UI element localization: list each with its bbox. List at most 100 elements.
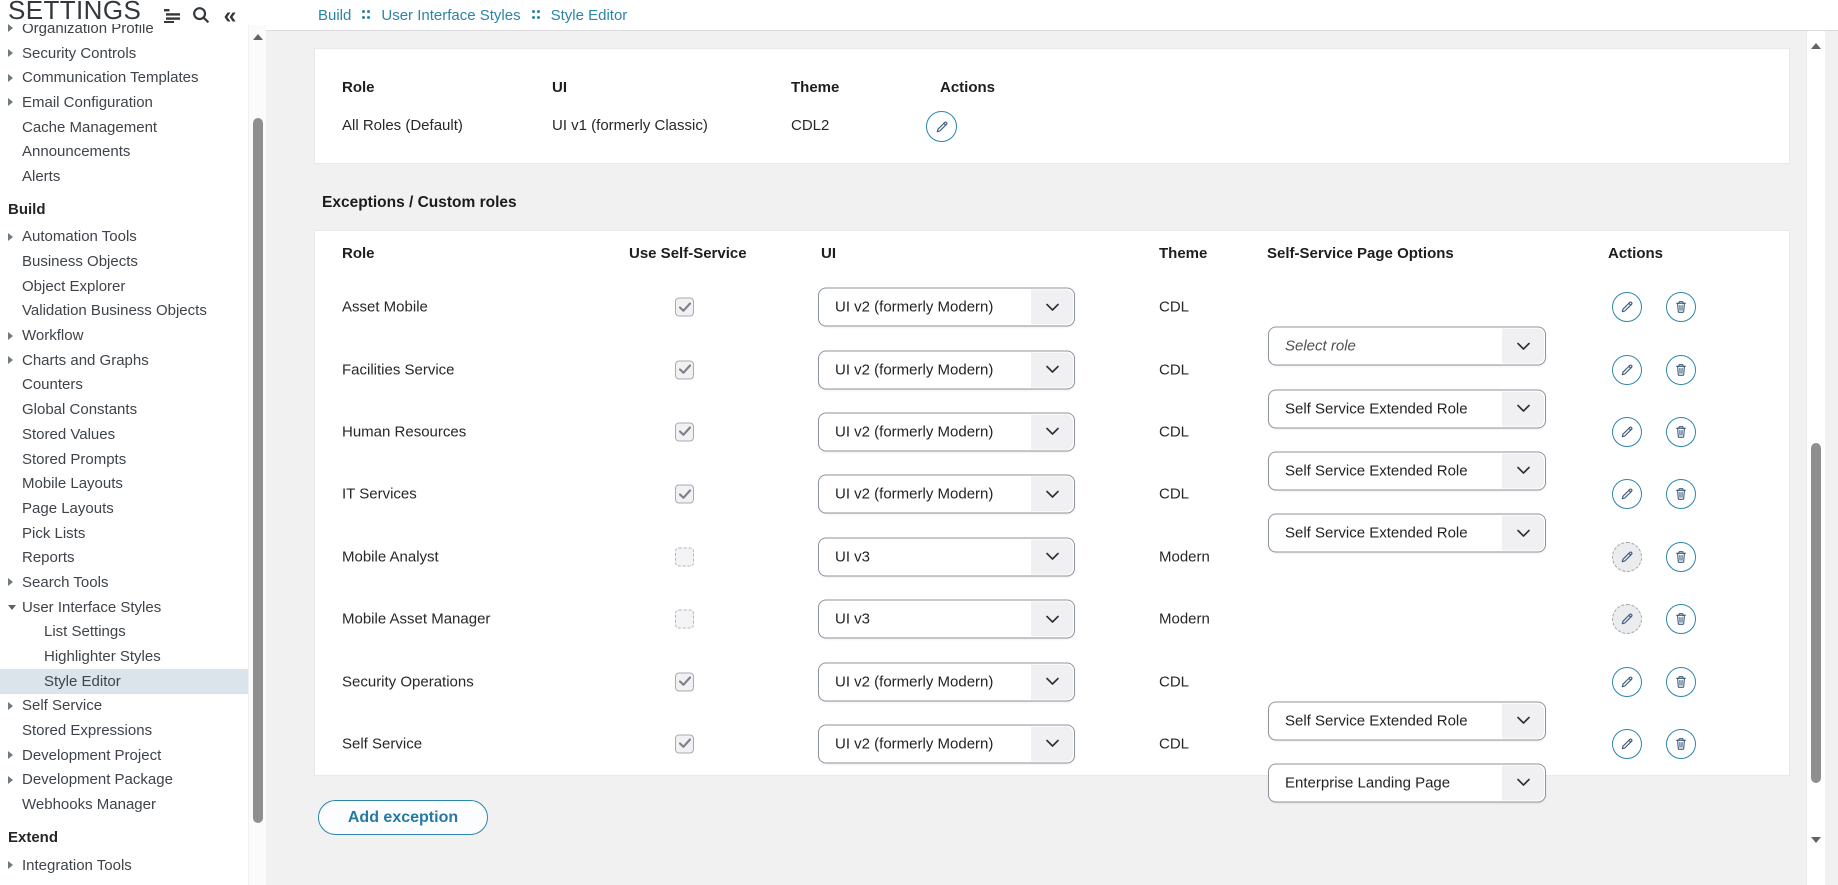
expander-collapsed-icon[interactable]: [8, 49, 22, 57]
chevron-down-icon: [1031, 414, 1073, 449]
sidebar-item-alerts[interactable]: Alerts: [0, 164, 248, 189]
expander-collapsed-icon[interactable]: [8, 776, 22, 784]
main-scrollbar-thumb[interactable]: [1811, 443, 1821, 783]
main-scrollbar[interactable]: [1806, 31, 1825, 885]
delete-button[interactable]: [1666, 355, 1696, 385]
sidebar-item-mobile-layouts[interactable]: Mobile Layouts: [0, 471, 248, 496]
sidebar-item-communication-templates[interactable]: Communication Templates: [0, 65, 248, 90]
sidebar-item-user-interface-styles[interactable]: User Interface Styles: [0, 595, 248, 620]
sidebar-item-label: Alerts: [22, 168, 60, 185]
sidebar-item-reports[interactable]: Reports: [0, 545, 248, 570]
sidebar-item-workflow[interactable]: Workflow: [0, 323, 248, 348]
sidebar-item-charts-and-graphs[interactable]: Charts and Graphs: [0, 348, 248, 373]
ui-version-select[interactable]: UI v3: [818, 600, 1075, 639]
expander-collapsed-icon[interactable]: [8, 74, 22, 82]
sidebar-item-counters[interactable]: Counters: [0, 373, 248, 398]
delete-button[interactable]: [1666, 417, 1696, 447]
expander-collapsed-icon[interactable]: [8, 751, 22, 759]
delete-button[interactable]: [1666, 729, 1696, 759]
delete-button[interactable]: [1666, 479, 1696, 509]
sidebar-item-stored-expressions[interactable]: Stored Expressions: [0, 718, 248, 743]
ui-version-select[interactable]: UI v2 (formerly Modern): [818, 662, 1075, 701]
trash-icon: [1673, 549, 1689, 565]
ui-version-select[interactable]: UI v2 (formerly Modern): [818, 288, 1075, 327]
sidebar-scrollbar[interactable]: [248, 25, 267, 885]
expander-collapsed-icon[interactable]: [8, 861, 22, 869]
ui-version-select[interactable]: UI v2 (formerly Modern): [818, 350, 1075, 389]
edit-button[interactable]: [1612, 729, 1642, 759]
default-role-value: All Roles (Default): [342, 117, 463, 134]
use-self-service-checkbox[interactable]: [675, 485, 694, 504]
sidebar-item-validation-business-objects[interactable]: Validation Business Objects: [0, 299, 248, 324]
edit-button[interactable]: [1612, 355, 1642, 385]
scroll-up-icon[interactable]: [253, 34, 263, 40]
sidebar-item-webhooks-manager[interactable]: Webhooks Manager: [0, 792, 248, 817]
sidebar-item-style-editor[interactable]: Style Editor: [0, 669, 248, 694]
delete-button[interactable]: [1666, 667, 1696, 697]
edit-button[interactable]: [926, 111, 957, 142]
sidebar-item-development-package[interactable]: Development Package: [0, 768, 248, 793]
sidebar-item-label: Validation Business Objects: [22, 302, 207, 319]
edit-button[interactable]: [1612, 479, 1642, 509]
expander-expanded-icon[interactable]: [8, 605, 22, 610]
use-self-service-checkbox[interactable]: [675, 610, 694, 629]
sidebar-item-email-configuration[interactable]: Email Configuration: [0, 90, 248, 115]
ui-version-select[interactable]: UI v3: [818, 537, 1075, 576]
tree-collapse-icon[interactable]: [162, 5, 182, 25]
sidebar-item-highlighter-styles[interactable]: Highlighter Styles: [0, 644, 248, 669]
use-self-service-checkbox[interactable]: [675, 298, 694, 317]
sidebar-item-security-controls[interactable]: Security Controls: [0, 41, 248, 66]
expander-collapsed-icon[interactable]: [8, 702, 22, 710]
self-service-page-option-select[interactable]: Enterprise Landing Page: [1268, 763, 1546, 802]
breadcrumb-style-editor[interactable]: Style Editor: [551, 7, 628, 24]
sidebar-item-label: Integration Tools: [22, 857, 132, 874]
sidebar-item-pick-lists[interactable]: Pick Lists: [0, 521, 248, 546]
ui-version-select[interactable]: UI v2 (formerly Modern): [818, 412, 1075, 451]
sidebar-item-development-project[interactable]: Development Project: [0, 743, 248, 768]
scroll-down-icon[interactable]: [1811, 837, 1821, 843]
breadcrumb-bar: Build User Interface Styles Style Editor: [266, 0, 1838, 31]
sidebar-item-page-layouts[interactable]: Page Layouts: [0, 496, 248, 521]
sidebar-item-integration-tools[interactable]: Integration Tools: [0, 853, 248, 878]
expander-collapsed-icon[interactable]: [8, 356, 22, 364]
add-exception-button[interactable]: Add exception: [318, 800, 488, 835]
scroll-up-icon[interactable]: [1811, 43, 1821, 49]
sidebar-item-label: Stored Values: [22, 426, 115, 443]
use-self-service-checkbox[interactable]: [675, 734, 694, 753]
collapse-panel-icon[interactable]: «: [220, 5, 240, 25]
expander-collapsed-icon[interactable]: [8, 233, 22, 241]
use-self-service-checkbox[interactable]: [675, 672, 694, 691]
column-header-ui: UI: [821, 245, 836, 262]
sidebar-item-announcements[interactable]: Announcements: [0, 139, 248, 164]
edit-button[interactable]: [1612, 292, 1642, 322]
delete-button[interactable]: [1666, 292, 1696, 322]
sidebar-item-automation-tools[interactable]: Automation Tools: [0, 225, 248, 250]
expander-collapsed-icon[interactable]: [8, 332, 22, 340]
expander-collapsed-icon[interactable]: [8, 578, 22, 586]
breadcrumb-build[interactable]: Build: [318, 7, 351, 24]
edit-button[interactable]: [1612, 417, 1642, 447]
delete-button[interactable]: [1666, 542, 1696, 572]
use-self-service-checkbox[interactable]: [675, 360, 694, 379]
ui-version-select[interactable]: UI v2 (formerly Modern): [818, 724, 1075, 763]
sidebar-item-cache-management[interactable]: Cache Management: [0, 115, 248, 140]
sidebar-item-stored-prompts[interactable]: Stored Prompts: [0, 447, 248, 472]
sidebar-item-self-service[interactable]: Self Service: [0, 694, 248, 719]
breadcrumb-user-interface-styles[interactable]: User Interface Styles: [381, 7, 520, 24]
sidebar-item-object-explorer[interactable]: Object Explorer: [0, 274, 248, 299]
use-self-service-checkbox[interactable]: [675, 422, 694, 441]
sidebar-item-search-tools[interactable]: Search Tools: [0, 570, 248, 595]
sidebar-item-stored-values[interactable]: Stored Values: [0, 422, 248, 447]
chevron-down-icon: [1502, 765, 1544, 800]
sidebar-scrollbar-thumb[interactable]: [253, 118, 263, 823]
delete-button[interactable]: [1666, 604, 1696, 634]
edit-button[interactable]: [1612, 667, 1642, 697]
sidebar-item-global-constants[interactable]: Global Constants: [0, 397, 248, 422]
ui-version-select[interactable]: UI v2 (formerly Modern): [818, 475, 1075, 514]
sidebar-item-list-settings[interactable]: List Settings: [0, 620, 248, 645]
sidebar-item-business-objects[interactable]: Business Objects: [0, 249, 248, 274]
search-icon[interactable]: [191, 5, 211, 25]
expander-collapsed-icon[interactable]: [8, 98, 22, 106]
use-self-service-checkbox[interactable]: [675, 547, 694, 566]
expander-collapsed-icon[interactable]: [8, 24, 22, 32]
